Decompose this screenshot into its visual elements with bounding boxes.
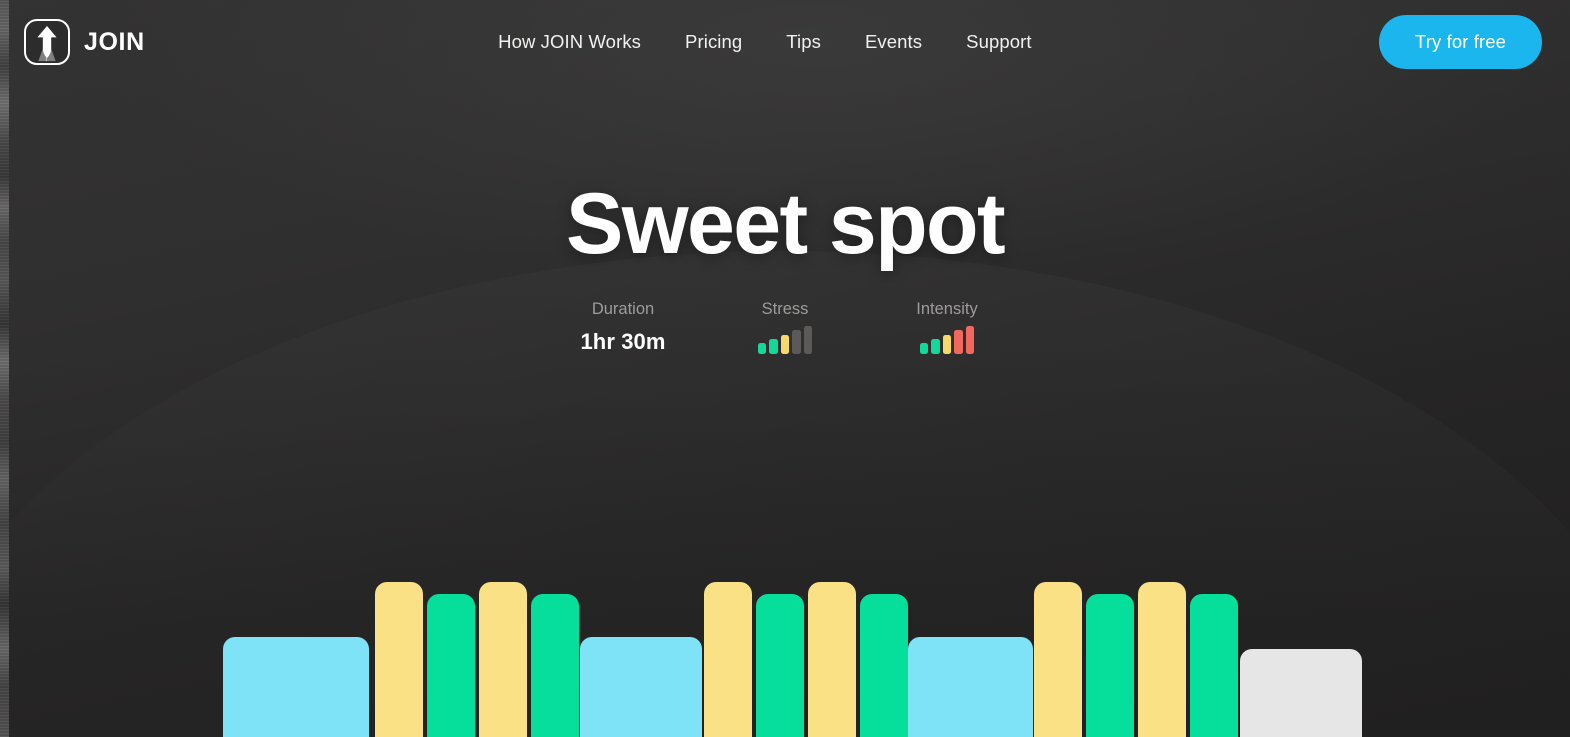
meter-segment — [965, 325, 975, 354]
workout-interval-chart — [0, 437, 1570, 737]
chart-bar — [1190, 594, 1238, 737]
try-for-free-button[interactable]: Try for free — [1379, 15, 1542, 69]
meter-segment — [792, 329, 801, 354]
meter-segment — [803, 325, 813, 354]
stat-duration-value: 1hr 30m — [580, 328, 666, 354]
stat-stress-label: Stress — [761, 300, 809, 318]
brand-logo[interactable]: JOIN — [24, 19, 145, 65]
stat-intensity: Intensity — [866, 301, 1028, 354]
chart-bar — [1034, 582, 1082, 737]
chart-bar — [531, 594, 579, 737]
stat-duration: Duration 1hr 30m — [542, 301, 704, 353]
chart-bar — [580, 637, 702, 737]
chart-bar — [860, 594, 908, 737]
chart-bar — [1240, 649, 1362, 737]
primary-nav: How JOIN Works Pricing Tips Events Suppo… — [151, 31, 1379, 53]
nav-link-events[interactable]: Events — [865, 31, 922, 53]
chart-bar — [479, 582, 527, 737]
meter-segment — [942, 334, 952, 354]
meter-segment — [931, 338, 940, 354]
meter-segment — [954, 329, 963, 354]
workout-stats: Duration 1hr 30m Stress Intensity — [0, 301, 1570, 354]
nav-link-pricing[interactable]: Pricing — [685, 31, 742, 53]
page-title: Sweet spot — [566, 176, 1006, 272]
chart-bar — [756, 594, 804, 737]
nav-link-support[interactable]: Support — [966, 31, 1032, 53]
chart-bar — [375, 582, 423, 737]
meter-segment — [757, 342, 767, 354]
chart-bar — [808, 582, 856, 737]
brand-name: JOIN — [84, 27, 145, 56]
stat-duration-label: Duration — [591, 300, 655, 318]
chart-bar — [1138, 582, 1186, 737]
chart-bar — [427, 594, 475, 737]
meter-segment — [919, 342, 929, 354]
chart-bar — [1086, 594, 1134, 737]
stat-intensity-label: Intensity — [916, 300, 978, 318]
nav-link-how-join-works[interactable]: How JOIN Works — [498, 31, 641, 53]
chart-bar — [908, 637, 1033, 737]
stat-stress: Stress — [704, 301, 866, 354]
arrow-up-road-icon — [24, 19, 70, 65]
page-root: JOIN How JOIN Works Pricing Tips Events … — [0, 0, 1570, 737]
site-header: JOIN How JOIN Works Pricing Tips Events … — [0, 0, 1570, 84]
hero-section: Sweet spot Duration 1hr 30m Stress Inten… — [0, 84, 1570, 354]
meter-segment — [780, 334, 790, 354]
chart-bar — [704, 582, 752, 737]
stress-meter — [704, 325, 866, 354]
nav-link-tips[interactable]: Tips — [786, 31, 821, 53]
meter-segment — [769, 338, 778, 354]
intensity-meter — [866, 325, 1028, 354]
chart-bar — [223, 637, 369, 737]
